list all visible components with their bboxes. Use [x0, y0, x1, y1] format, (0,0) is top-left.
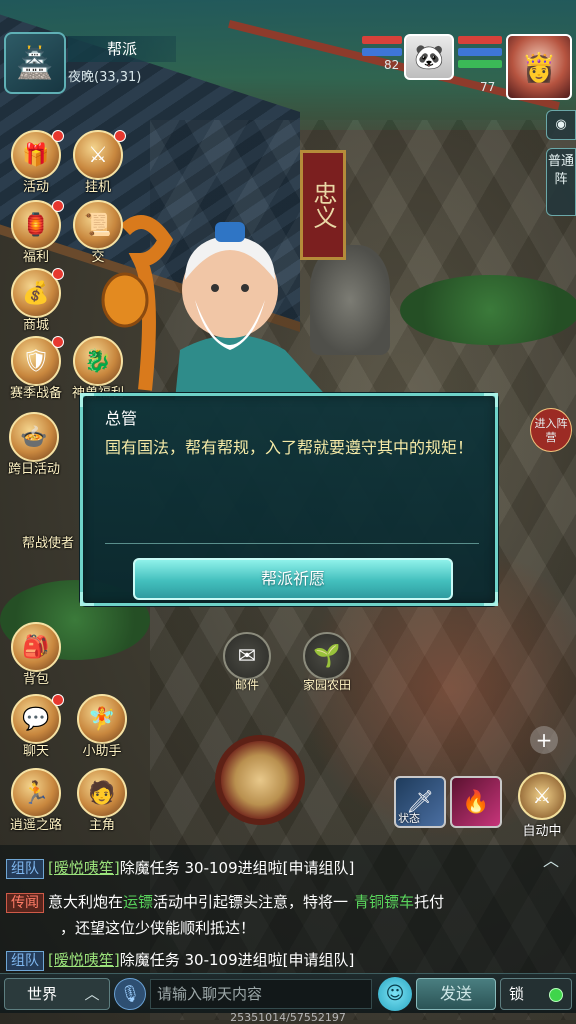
war-drum[interactable]: [215, 735, 305, 825]
notification-dot: [52, 200, 64, 212]
menu-hero[interactable]: 🧑 主角: [68, 768, 136, 833]
crossed-swords-icon: ⚔: [518, 772, 566, 820]
menu-trade[interactable]: 📜 交: [64, 200, 132, 265]
notification-dot: [52, 336, 64, 348]
activity-link[interactable]: 运镖: [123, 893, 153, 911]
hero-icon: 🧑: [77, 768, 127, 818]
formation-tab[interactable]: 普通阵: [546, 148, 576, 216]
skill-1-label: 状态: [398, 812, 420, 825]
helper-icon: 🧚: [77, 694, 127, 744]
channel-tag: 传闻: [6, 893, 44, 913]
hero-avatar[interactable]: 👸: [506, 34, 572, 100]
chevron-up-icon: ︿: [84, 985, 100, 1003]
menu-activity[interactable]: 🎁 活动: [2, 130, 70, 195]
guild-name: 帮派: [68, 36, 176, 62]
chat-message: 组队 [暧悦咦笙]除魔任务 30-109进组啦[申请组队]: [6, 857, 354, 879]
mail-button[interactable]: ✉ 邮件: [212, 632, 282, 693]
guild-emblem-icon[interactable]: 🏯: [4, 32, 66, 94]
menu-helper[interactable]: 🧚 小助手: [68, 694, 136, 759]
notification-dot: [52, 130, 64, 142]
player-status: 82 🐼 77 👸: [362, 30, 572, 102]
menu-daily[interactable]: 🍲 跨日活动: [0, 412, 68, 477]
channel-tag: 组队: [6, 951, 44, 971]
menu-chat[interactable]: 💬 聊天: [2, 694, 70, 759]
notification-dot: [52, 268, 64, 280]
chat-message: 组队 [暧悦咦笙]除魔任务 30-109进组啦[申请组队]: [6, 949, 354, 971]
beast-icon: 🐉: [73, 336, 123, 386]
hero-level: 77: [480, 80, 496, 94]
mail-icon: ✉: [223, 632, 271, 680]
hero-exp-bar: [458, 60, 502, 68]
menu-road[interactable]: 🏃 逍遥之路: [2, 768, 70, 833]
road-icon: 🏃: [11, 768, 61, 818]
hero-hp-bar: [458, 36, 502, 44]
microphone-icon[interactable]: 🎙: [114, 978, 146, 1010]
menu-bag[interactable]: 🎒 背包: [2, 622, 70, 687]
user-link[interactable]: [暧悦咦笙]: [48, 859, 120, 877]
chat-message-cont: ，还望这位少侠能顺利抵达！: [60, 919, 256, 937]
notification-dot: [114, 130, 126, 142]
channel-tag: 组队: [6, 859, 44, 879]
frame-corner: [80, 393, 94, 407]
hedge: [400, 275, 576, 345]
chevron-up-icon[interactable]: ︿: [536, 847, 566, 871]
frame-corner: [484, 393, 498, 407]
user-link[interactable]: [暧悦咦笙]: [48, 951, 120, 969]
pet-mp-bar: [362, 48, 402, 56]
menu-idle[interactable]: ⚔ 挂机: [64, 130, 132, 195]
pet-avatar[interactable]: 🐼: [404, 34, 454, 80]
menu-shop[interactable]: 💰 商城: [2, 268, 70, 333]
frame-corner: [484, 592, 498, 606]
farm-icon: 🌱: [303, 632, 351, 680]
send-button[interactable]: 发送: [416, 978, 496, 1010]
expand-plus-button[interactable]: +: [530, 726, 558, 754]
pet-level: 82: [384, 58, 400, 72]
chat-input[interactable]: [150, 979, 372, 1009]
dialog-text: 国有国法，帮有帮规，入了帮就要遵守其中的规矩！: [105, 438, 474, 457]
auto-battle-button[interactable]: ⚔ 自动中: [512, 772, 572, 839]
chat-message: 传闻 意大利炮在运镖活动中引起镖头注意，特将一 青铜镖车托付: [6, 891, 444, 913]
menu-season[interactable]: 🛡 赛季战备: [2, 336, 70, 401]
emoji-icon[interactable]: ☺: [378, 977, 412, 1011]
speaker-name: 总管: [105, 409, 138, 428]
npc-dialog: 总管 国有国法，帮有帮规，入了帮就要遵守其中的规矩！ 帮派祈愿: [80, 393, 498, 606]
dialog-divider: [105, 543, 479, 544]
server-id: 25351014/57552197: [230, 1011, 346, 1024]
item-link[interactable]: 青铜镖车: [354, 893, 414, 911]
guild-wish-button[interactable]: 帮派祈愿: [133, 558, 453, 600]
frame-corner: [80, 592, 94, 606]
enter-battle-button[interactable]: 进入阵营: [530, 408, 572, 452]
daily-icon: 🍲: [9, 412, 59, 462]
flame-icon: 🔥: [462, 789, 490, 815]
bag-icon: 🎒: [11, 622, 61, 672]
lock-toggle[interactable]: 锁: [500, 978, 572, 1010]
farm-button[interactable]: 🌱 家园农田: [292, 632, 362, 693]
trade-icon: 📜: [73, 200, 123, 250]
notification-dot: [52, 694, 64, 706]
menu-beast[interactable]: 🐉 神兽福利: [64, 336, 132, 401]
menu-guildwar[interactable]: 帮战使者: [14, 536, 82, 551]
chat-panel: ︿ 组队 [暧悦咦笙]除魔任务 30-109进组啦[申请组队] 传闻 意大利炮在运镖…: [0, 845, 576, 973]
guild-info[interactable]: 🏯 帮派 夜晚(33,31): [4, 32, 176, 94]
channel-select[interactable]: 世界 ︿: [4, 978, 110, 1010]
chat-input-bar: 世界 ︿ 🎙 ☺ 发送 锁: [0, 973, 576, 1013]
time-coordinates: 夜晚(33,31): [68, 70, 142, 85]
pet-hp-bar: [362, 36, 402, 44]
toggle-icon[interactable]: ◉: [546, 110, 576, 140]
hero-mp-bar: [458, 48, 502, 56]
toggle-indicator: [549, 988, 563, 1002]
menu-welfare[interactable]: 🏮 福利: [2, 200, 70, 265]
skill-slot-2[interactable]: 🔥: [450, 776, 502, 828]
